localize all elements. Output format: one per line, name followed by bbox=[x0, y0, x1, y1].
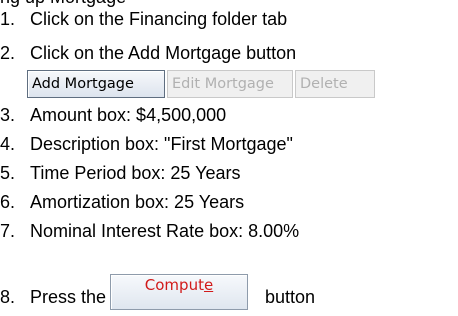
add-mortgage-button[interactable]: Add Mortgage bbox=[27, 70, 165, 98]
step-text: Nominal Interest Rate box: 8.00% bbox=[30, 221, 300, 241]
mortgage-button-bar: Add Mortgage Edit Mortgage Delete bbox=[27, 70, 458, 98]
step-text: Amortization box: 25 Years bbox=[30, 192, 245, 212]
delete-mortgage-button[interactable]: Delete bbox=[295, 70, 375, 98]
step-number: 7. bbox=[0, 221, 16, 241]
step-number: 3. bbox=[0, 105, 16, 125]
step-text-before: Press the bbox=[30, 287, 107, 307]
step-text: Description box: "First Mortgage" bbox=[30, 134, 293, 154]
step-number: 8. bbox=[0, 287, 16, 307]
edit-mortgage-button[interactable]: Edit Mortgage bbox=[167, 70, 293, 98]
compute-mnemonic: e bbox=[203, 276, 214, 294]
step-number: 2. bbox=[0, 43, 16, 63]
compute-label: Comput bbox=[144, 276, 204, 294]
step-8-suffix: button bbox=[265, 286, 315, 308]
instruction-document: ng up Mortgage 1. Click on the Financing… bbox=[0, 0, 458, 316]
step-number: 4. bbox=[0, 134, 16, 154]
compute-button[interactable]: Compute bbox=[110, 274, 248, 310]
step-number: 5. bbox=[0, 163, 16, 183]
step-text-after: button bbox=[265, 287, 316, 307]
step-text: Time Period box: 25 Years bbox=[30, 163, 241, 183]
step-text: Amount box: $4,500,000 bbox=[30, 105, 227, 125]
section-heading-fragment: ng up Mortgage bbox=[0, 0, 126, 8]
step-number: 6. bbox=[0, 192, 16, 212]
step-text: Click on the Add Mortgage button bbox=[30, 43, 297, 63]
step-number: 1. bbox=[0, 9, 16, 29]
step-text: Click on the Financing folder tab bbox=[30, 9, 288, 29]
